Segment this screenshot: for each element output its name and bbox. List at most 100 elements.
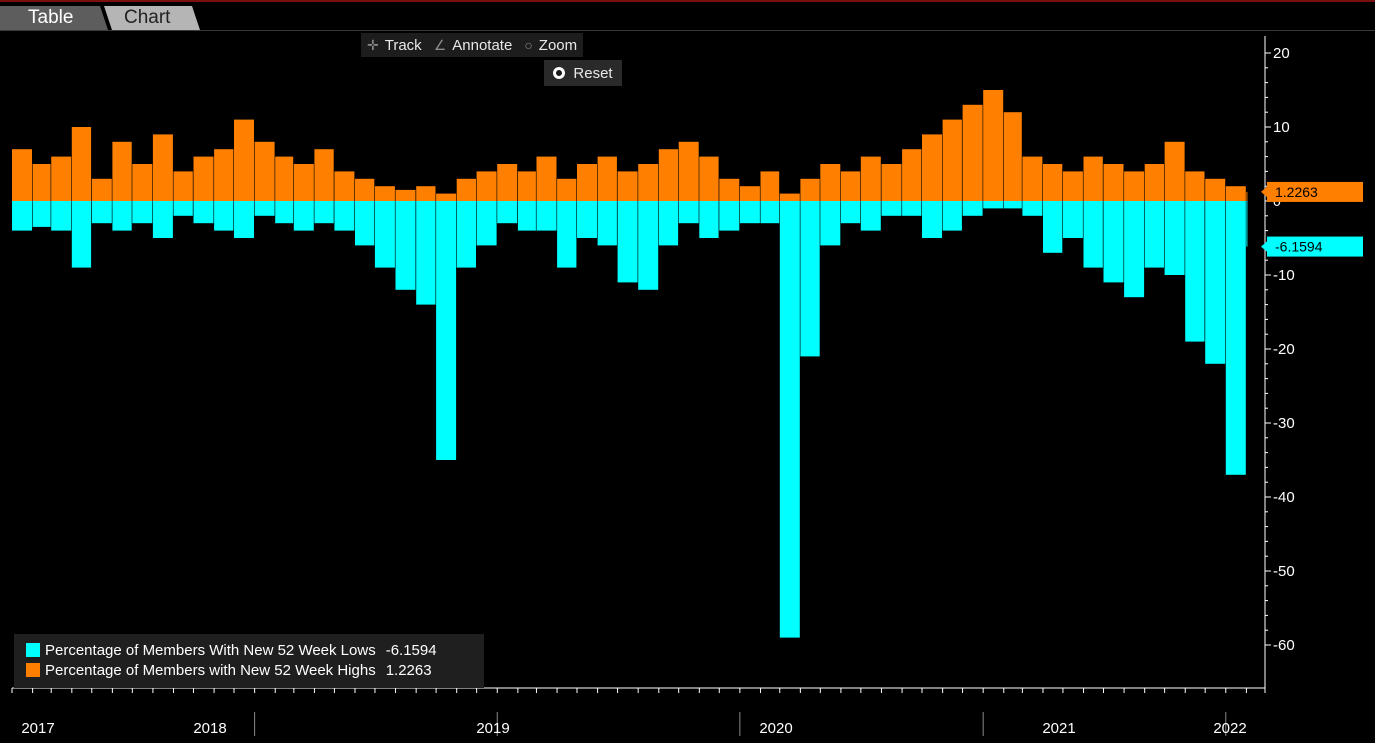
annotate-button[interactable]: ∠ Annotate bbox=[428, 33, 519, 57]
highs-last-value-tag-label: 1.2263 bbox=[1275, 184, 1318, 200]
lows-bar-2020-11 bbox=[942, 201, 962, 231]
highs-bar-2020-05 bbox=[820, 164, 841, 201]
highs-bar-2017-06 bbox=[112, 141, 132, 201]
zoom-button[interactable]: ○ Zoom bbox=[518, 33, 583, 57]
lows-bar-2018-06 bbox=[355, 201, 375, 246]
highs-bar-2022-02 bbox=[1246, 191, 1248, 201]
y-tick-label: -50 bbox=[1273, 563, 1295, 580]
lows-bar-2021-07 bbox=[1103, 201, 1124, 283]
highs-bar-2019-03 bbox=[536, 156, 557, 201]
lows-bar-2021-10 bbox=[1164, 201, 1185, 275]
legend-entry-lows[interactable]: Percentage of Members With New 52 Week L… bbox=[26, 640, 484, 660]
pencil-icon: ∠ bbox=[433, 36, 447, 53]
lows-bar-2017-04 bbox=[71, 201, 92, 268]
highs-bar-2019-04 bbox=[557, 178, 577, 201]
chart-toolbar: ✛ Track ∠ Annotate ○ Zoom bbox=[361, 33, 584, 57]
lows-bar-2022-02 bbox=[1246, 201, 1248, 247]
lows-bar-2021-05 bbox=[1062, 201, 1083, 238]
highs-bar-2018-02 bbox=[275, 156, 294, 201]
crosshair-icon: ✛ bbox=[367, 36, 379, 53]
track-label: Track bbox=[384, 36, 422, 54]
legend-label-highs: Percentage of Members with New 52 Week H… bbox=[45, 661, 376, 679]
lows-bar-2021-12 bbox=[1205, 201, 1226, 364]
highs-bar-2019-10 bbox=[678, 141, 699, 201]
x-tick-label-2017: 2017 bbox=[21, 720, 54, 737]
highs-bar-2021-01 bbox=[983, 90, 1004, 201]
lows-bar-2018-03 bbox=[293, 201, 314, 231]
lows-bar-2018-11 bbox=[456, 201, 476, 268]
lows-last-value-tag-label: -6.1594 bbox=[1275, 239, 1323, 255]
legend-swatch-highs bbox=[26, 663, 40, 677]
y-tick-label: -20 bbox=[1273, 341, 1295, 358]
x-tick-label-2022: 2022 bbox=[1213, 720, 1246, 737]
lows-bar-2019-07 bbox=[617, 201, 638, 283]
highs-bar-2020-02 bbox=[760, 171, 780, 201]
highs-bar-2018-10 bbox=[436, 193, 457, 201]
lows-bar-2017-05 bbox=[91, 201, 112, 224]
y-axis: 20100-10-20-30-40-50-60 bbox=[1265, 45, 1295, 654]
lows-bar-2018-07 bbox=[374, 201, 395, 268]
highs-bar-2019-08 bbox=[638, 164, 659, 201]
y-tick-label: 10 bbox=[1273, 119, 1290, 136]
track-button[interactable]: ✛ Track bbox=[361, 33, 428, 57]
x-tick-label-2018: 2018 bbox=[193, 720, 226, 737]
highs-bar-2021-08 bbox=[1124, 171, 1145, 201]
lows-bar-2019-06 bbox=[597, 201, 617, 246]
highs-bar-2017-10 bbox=[193, 156, 214, 201]
highs-bar-2021-11 bbox=[1185, 171, 1205, 201]
lows-bar-2020-02 bbox=[760, 201, 780, 224]
highs-bar-2017-02 bbox=[32, 164, 51, 201]
highs-bar-2020-11 bbox=[942, 119, 962, 201]
lows-bar-2017-08 bbox=[152, 201, 173, 238]
highs-bar-2020-01 bbox=[739, 186, 760, 201]
annotate-label: Annotate bbox=[452, 36, 513, 54]
lows-bar-2019-12 bbox=[719, 201, 740, 231]
reset-button[interactable]: Reset bbox=[544, 60, 622, 86]
chart-canvas[interactable]: 20100-10-20-30-40-50-60 2017201820192020… bbox=[0, 0, 1375, 743]
legend-value-lows: -6.1594 bbox=[385, 641, 437, 659]
legend-entry-highs[interactable]: Percentage of Members with New 52 Week H… bbox=[26, 660, 484, 680]
highs-bar-2021-07 bbox=[1103, 164, 1124, 201]
lows-bar-2019-08 bbox=[638, 201, 659, 290]
lows-bar-2020-03 bbox=[779, 201, 800, 638]
highs-bar-2020-04 bbox=[800, 178, 820, 201]
highs-bar-2017-03 bbox=[51, 156, 72, 201]
highs-bar-2021-03 bbox=[1022, 156, 1043, 201]
highs-bar-2017-09 bbox=[173, 171, 193, 201]
lows-bar-2017-06 bbox=[112, 201, 132, 231]
y-tick-label: -30 bbox=[1273, 415, 1295, 432]
y-tick-label: 20 bbox=[1273, 45, 1290, 62]
lows-bar-2017-12 bbox=[234, 201, 254, 238]
highs-bar-2019-05 bbox=[577, 164, 597, 201]
lows-bar-2017-01 bbox=[12, 201, 32, 231]
highs-bar-2021-02 bbox=[1003, 112, 1022, 201]
series-lows-bars bbox=[12, 201, 1248, 638]
highs-bar-2020-07 bbox=[860, 156, 881, 201]
highs-bar-2021-10 bbox=[1164, 141, 1185, 201]
highs-bar-2021-04 bbox=[1043, 164, 1063, 201]
highs-bar-2020-12 bbox=[962, 104, 983, 201]
highs-bar-2019-02 bbox=[517, 171, 536, 201]
legend-swatch-lows bbox=[26, 643, 40, 657]
magnifier-icon: ○ bbox=[524, 37, 533, 53]
highs-bar-2017-08 bbox=[152, 134, 173, 201]
y-tick-label: -60 bbox=[1273, 637, 1295, 654]
highs-bar-2019-12 bbox=[719, 178, 740, 201]
highs-bar-2017-11 bbox=[214, 149, 234, 201]
highs-bar-2018-12 bbox=[476, 171, 497, 201]
highs-bar-2020-08 bbox=[881, 164, 902, 201]
lows-bar-2019-05 bbox=[577, 201, 597, 238]
lows-bar-2020-01 bbox=[739, 201, 760, 224]
highs-bar-2017-04 bbox=[71, 127, 92, 201]
series-highs-bars bbox=[12, 90, 1248, 201]
highs-bar-2018-11 bbox=[456, 178, 476, 201]
lows-bar-2019-01 bbox=[497, 201, 518, 224]
lows-bar-2019-03 bbox=[536, 201, 557, 231]
lows-bar-2021-09 bbox=[1144, 201, 1164, 268]
lows-bar-2022-01 bbox=[1225, 201, 1246, 475]
highs-bar-2020-10 bbox=[922, 134, 942, 201]
lows-bar-2020-09 bbox=[902, 201, 922, 216]
legend: Percentage of Members With New 52 Week L… bbox=[14, 634, 484, 688]
highs-bar-2018-08 bbox=[395, 189, 416, 201]
highs-bar-2021-05 bbox=[1062, 171, 1083, 201]
